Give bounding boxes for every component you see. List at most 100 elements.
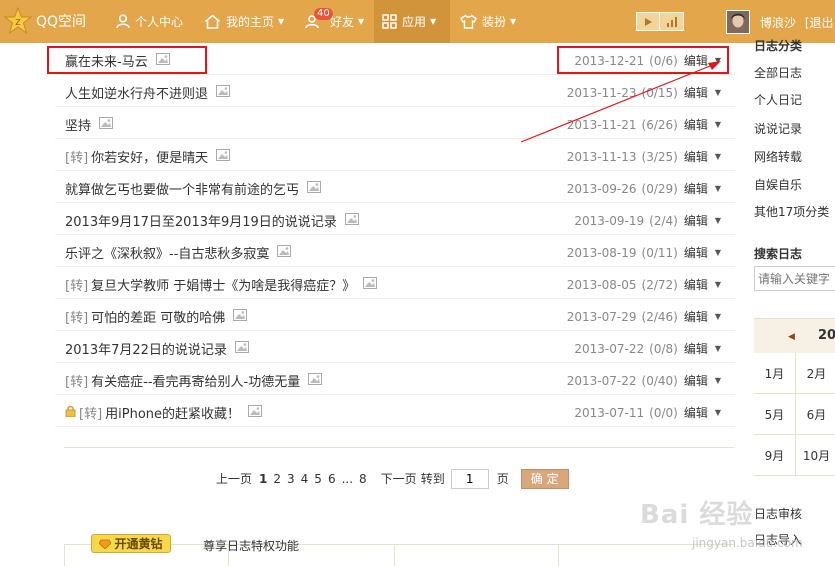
post-date: 2013-11-13	[566, 149, 637, 164]
edit-link[interactable]: 编辑	[684, 212, 708, 229]
calendar-month[interactable]: 6月	[796, 394, 835, 435]
page-link-3[interactable]: 3	[287, 472, 295, 486]
goto-page-input[interactable]	[450, 468, 489, 489]
post-title-link[interactable]: 坚持	[65, 115, 114, 134]
chevron-down-icon[interactable]: ▼	[715, 248, 721, 257]
nav-my-homepage[interactable]: 我的主页 ▼	[204, 0, 284, 43]
calendar-month[interactable]: 2月	[796, 353, 835, 394]
chevron-down-icon[interactable]: ▼	[715, 216, 721, 225]
person-icon	[116, 14, 130, 29]
friends-count-badge: 40	[314, 8, 333, 20]
annotation-arrow-icon	[520, 61, 721, 143]
nav-personal-center[interactable]: 个人中心	[116, 0, 183, 43]
user-menu: 博浪沙 [退出]	[760, 14, 835, 31]
category-shuoshuo[interactable]: 说说记录	[754, 120, 802, 137]
chevron-down-icon[interactable]: ▼	[715, 152, 721, 161]
post-title-link[interactable]: 乐评之《深秋叙》--自古悲秋多寂寞	[65, 243, 292, 262]
categories-title: 日志分类	[754, 39, 803, 53]
post-title-link[interactable]: 2013年9月17日至2013年9月19日的说说记录	[65, 211, 359, 230]
equalizer-button[interactable]	[660, 12, 684, 31]
post-title-link[interactable]: [转] 你若安好，便是晴天	[65, 147, 231, 166]
edit-link[interactable]: 编辑	[684, 180, 708, 197]
pagination: 上一页 1 2 3 4 5 6 ... 8 下一页 转到 页 确 定	[216, 468, 569, 489]
chevron-down-icon[interactable]: ▼	[715, 312, 721, 321]
repost-tag: [转]	[65, 375, 89, 390]
post-title-link[interactable]: 人生如逆水行舟不进则退	[65, 83, 231, 102]
post-meta: 2013-08-05 (2/72) 编辑 ▼	[567, 276, 721, 293]
nav-label: 个人中心	[135, 15, 184, 29]
edit-link[interactable]: 编辑	[684, 372, 708, 389]
edit-link[interactable]: 编辑	[684, 340, 708, 357]
chevron-down-icon[interactable]: ▼	[715, 408, 721, 417]
confirm-button[interactable]: 确 定	[520, 468, 569, 489]
post-title-link[interactable]: 就算做乞丐也要做一个非常有前途的乞丐	[65, 179, 322, 198]
chevron-down-icon: ▼	[358, 17, 365, 26]
open-yellow-diamond-button[interactable]: 开通黄钻	[91, 534, 171, 553]
category-entertainment[interactable]: 自娱自乐	[754, 176, 802, 193]
calendar-month[interactable]: 5月	[754, 394, 796, 435]
qzone-logo[interactable]: Z QQ空间	[3, 6, 86, 36]
edit-link[interactable]: 编辑	[684, 276, 708, 293]
page-link-8[interactable]: 8	[359, 472, 367, 486]
edit-link[interactable]: 编辑	[684, 148, 708, 165]
page-link-1[interactable]: 1	[259, 472, 267, 486]
blog-review-link[interactable]: 日志审核	[754, 505, 802, 522]
nav-label: 应用	[402, 15, 427, 29]
post-title: 复旦大学教师 于娟博士《为啥是我得癌症？》	[91, 279, 356, 294]
avatar-face-icon	[727, 11, 749, 33]
page-link-5[interactable]: 5	[314, 472, 322, 486]
username-link[interactable]: 博浪沙	[760, 16, 796, 30]
blog-import-link[interactable]: 日志导入	[754, 531, 802, 548]
nav-label: 好友	[330, 15, 355, 29]
post-title: 可怕的差距 可敬的哈佛	[91, 311, 226, 326]
edit-link[interactable]: 编辑	[684, 404, 708, 421]
nav-friends[interactable]: 40 好友 ▼	[305, 0, 364, 43]
calendar-month[interactable]: 1月	[754, 353, 796, 394]
category-personal[interactable]: 个人日记	[754, 91, 802, 108]
repost-tag: [转]	[65, 279, 89, 294]
calendar-month[interactable]: 9月	[754, 435, 796, 476]
list-divider	[64, 447, 734, 448]
chevron-down-icon[interactable]: ▼	[715, 376, 721, 385]
category-all[interactable]: 全部日志	[754, 64, 802, 81]
post-meta: 2013-07-11 (0/0) 编辑 ▼	[574, 404, 721, 421]
search-input[interactable]	[754, 266, 835, 291]
post-title-link[interactable]: 2013年7月22日的说说记录	[65, 339, 249, 358]
post-title: 就算做乞丐也要做一个非常有前途的乞丐	[65, 183, 300, 198]
blog-post-row: [转] 可怕的差距 可敬的哈佛 2013-07-29 (2/46) 编辑 ▼	[55, 299, 735, 331]
page-link-2[interactable]: 2	[273, 472, 281, 486]
edit-link[interactable]: 编辑	[684, 308, 708, 325]
chevron-down-icon[interactable]: ▼	[715, 280, 721, 289]
post-title-link[interactable]: [转] 可怕的差距 可敬的哈佛	[65, 307, 248, 326]
page-link-4[interactable]: 4	[301, 472, 309, 486]
media-controls	[636, 12, 684, 31]
brand-name: QQ空间	[36, 14, 87, 30]
calendar-month[interactable]: 10月	[796, 435, 835, 476]
chevron-down-icon[interactable]: ▼	[715, 344, 721, 353]
avatar[interactable]	[726, 10, 750, 34]
post-title-link[interactable]: [转] 有关癌症--看完再寄给别人-功德无量	[65, 371, 323, 390]
post-title-link[interactable]: [转] 复旦大学教师 于娟博士《为啥是我得癌症？》	[65, 275, 378, 294]
play-button[interactable]	[636, 12, 660, 31]
edit-link[interactable]: 编辑	[684, 244, 708, 261]
nav-apps[interactable]: 应用 ▼	[374, 0, 450, 43]
page-link-6[interactable]: 6	[328, 472, 336, 486]
category-others[interactable]: 其他17项分类	[754, 203, 829, 220]
category-reposts[interactable]: 网络转载	[754, 148, 802, 165]
calendar-year: 20	[818, 328, 835, 343]
logout-link[interactable]: [退出]	[805, 16, 835, 30]
post-title-link[interactable]: [转] 用iPhone的赶紧收藏！	[65, 403, 263, 422]
box-divider	[558, 545, 559, 566]
post-comment-count: (0/29)	[641, 181, 678, 196]
nav-dress-up[interactable]: 装扮 ▼	[460, 0, 516, 43]
prev-page-link[interactable]: 上一页	[216, 470, 252, 487]
blog-post-row: 就算做乞丐也要做一个非常有前途的乞丐 2013-09-26 (0/29) 编辑 ▼	[55, 171, 735, 203]
prev-year-icon[interactable]: ◀	[788, 332, 795, 342]
chevron-down-icon[interactable]: ▼	[715, 184, 721, 193]
blog-post-row: 2013年7月22日的说说记录 2013-07-22 (0/8) 编辑 ▼	[55, 331, 735, 363]
svg-text:Z: Z	[15, 18, 21, 27]
post-title: 2013年9月17日至2013年9月19日的说说记录	[65, 215, 337, 230]
top-nav-bar: Z QQ空间 个人中心 我的主页 ▼ 40 好友 ▼ 应用 ▼ 装扮 ▼ 博浪沙…	[0, 0, 835, 43]
next-page-link[interactable]: 下一页	[381, 470, 417, 487]
post-meta: 2013-09-26 (0/29) 编辑 ▼	[567, 180, 721, 197]
